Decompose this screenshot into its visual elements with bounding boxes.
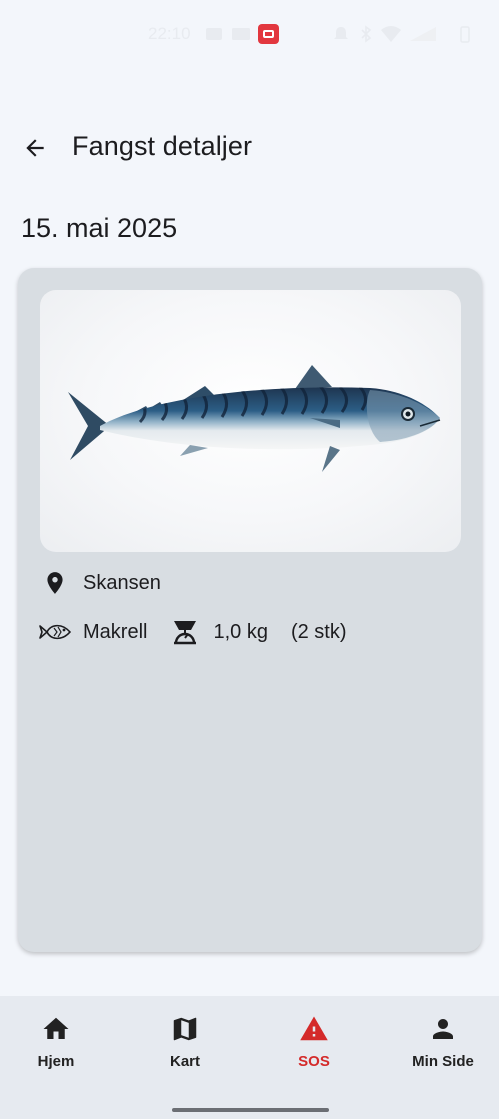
wifi-icon (381, 26, 401, 42)
count-text: (2 stk) (290, 620, 347, 643)
back-button[interactable] (14, 128, 56, 168)
nav-label-map: Kart (169, 1053, 200, 1070)
notification-icon (206, 28, 222, 40)
signal-icon (410, 27, 436, 41)
map-icon (173, 1017, 197, 1041)
species-text: Makrell (83, 620, 148, 643)
catch-card: Skansen Makrell 1,0 kg (2 stk) (18, 268, 482, 952)
nav-item-sos[interactable]: SOS (259, 1014, 369, 1084)
gesture-handle[interactable] (172, 1108, 329, 1112)
location-row: Skansen (42, 569, 161, 597)
scale-icon (174, 621, 197, 645)
page-title: Fangst detaljer (72, 131, 253, 161)
screen-record-icon (258, 24, 279, 44)
nav-item-profile[interactable]: Min Side (388, 1014, 498, 1084)
location-text: Skansen (83, 571, 161, 594)
app-bar: Fangst detaljer (0, 118, 499, 178)
person-icon (433, 1019, 453, 1039)
fish-icon (39, 624, 72, 640)
weight-text: 1,0 kg (213, 620, 268, 643)
bluetooth-icon (361, 25, 372, 43)
catch-date: 15. mai 2025 (21, 213, 178, 243)
warning-icon (300, 1016, 328, 1041)
nav-label-home: Hjem (37, 1053, 75, 1070)
bottom-navigation: Hjem Kart SOS Min Side (0, 996, 499, 1119)
nav-item-map[interactable]: Kart (130, 1014, 240, 1084)
battery-icon (460, 26, 470, 43)
location-pin-icon (47, 572, 63, 594)
arrow-back-icon (26, 139, 44, 157)
nav-item-home[interactable]: Hjem (1, 1014, 111, 1084)
nav-label-profile: Min Side (412, 1053, 474, 1070)
status-time: 22:10 (148, 24, 191, 43)
nav-label-sos: SOS (298, 1053, 330, 1070)
status-bar: 22:10 (0, 0, 499, 68)
mute-icon (334, 27, 348, 39)
mail-icon (232, 28, 250, 40)
mackerel-image (68, 365, 441, 472)
species-row: Makrell 1,0 kg (2 stk) (38, 618, 347, 646)
catch-photo (40, 290, 461, 552)
home-icon (43, 1017, 69, 1039)
